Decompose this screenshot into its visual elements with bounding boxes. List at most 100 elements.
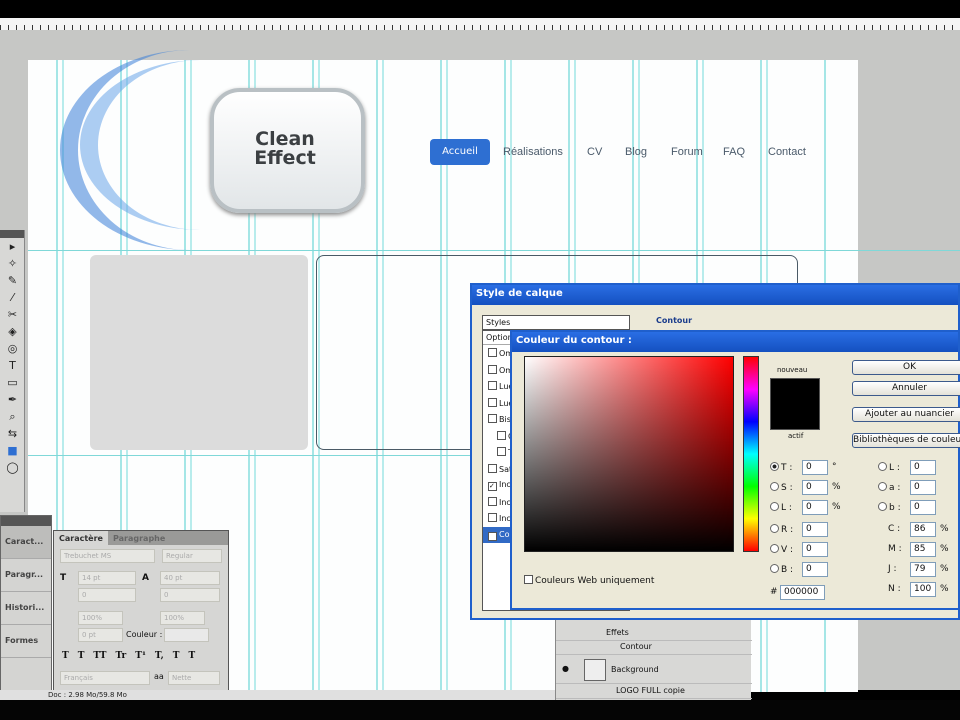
hsb-field[interactable]: 0 — [802, 460, 828, 475]
character-panel: Caractère Paragraphe Trebuchet MS Regular… — [53, 530, 229, 692]
layer-group[interactable]: LOGO FULL copie — [556, 686, 752, 699]
font-size-field[interactable]: 14 pt — [78, 571, 136, 585]
add-to-swatches-button[interactable]: Ajouter au nuancier — [852, 407, 960, 422]
eyedropper-icon[interactable]: ✎ — [0, 272, 25, 289]
hsb-field[interactable]: 0 — [802, 480, 828, 495]
nav-cv[interactable]: CV — [587, 146, 602, 158]
cmyk-label: N : — [888, 584, 901, 594]
zoom-icon[interactable]: ⌕ — [0, 408, 25, 425]
dodge-icon[interactable]: ◎ — [0, 340, 25, 357]
swap-colors-icon[interactable]: ⇆ — [0, 425, 25, 442]
hsb-label: T : — [770, 462, 792, 473]
hsb-label: S : — [770, 482, 793, 493]
tab-paragraph[interactable]: Paragraphe — [108, 531, 170, 546]
unit-label: % — [940, 564, 949, 574]
kerning-field[interactable]: 0 — [78, 588, 136, 602]
quick-mask-icon[interactable]: ◯ — [0, 459, 25, 476]
status-bar: Doc : 2.98 Mo/59.8 Mo — [0, 690, 560, 700]
hex-field[interactable]: 000000 — [780, 585, 825, 600]
tab-character[interactable]: Caractère — [54, 531, 108, 546]
layer-effects[interactable]: Effets — [556, 628, 752, 641]
lab-field[interactable]: 0 — [910, 480, 936, 495]
nav-blog[interactable]: Blog — [625, 146, 647, 158]
font-style-select[interactable]: Regular — [162, 549, 222, 563]
type-icon[interactable]: T — [0, 357, 25, 374]
color-field[interactable] — [524, 356, 734, 552]
unit-label: % — [832, 482, 841, 492]
cmyk-field[interactable]: 79 — [910, 562, 936, 577]
layer-effect-stroke[interactable]: Contour — [556, 642, 752, 655]
current-label: actif — [788, 432, 804, 440]
magic-wand-icon[interactable]: ✧ — [0, 255, 25, 272]
color-picker-dialog: Couleur du contour : nouveau actif OK An… — [510, 330, 960, 610]
color-swatch[interactable]: ■ — [0, 442, 25, 459]
text-style-button[interactable]: T — [78, 651, 85, 661]
cmyk-field[interactable]: 86 — [910, 522, 936, 537]
cmyk-field[interactable]: 85 — [910, 542, 936, 557]
text-style-button[interactable]: T — [62, 651, 69, 661]
text-color-swatch[interactable] — [164, 628, 209, 642]
hsb-field[interactable]: 0 — [802, 500, 828, 515]
dock-shapes[interactable]: Formes — [1, 625, 51, 658]
new-color-swatch — [770, 378, 820, 430]
lab-label: L : — [878, 462, 900, 473]
baseline-field[interactable]: 0 pt — [78, 628, 123, 642]
color-libraries-button[interactable]: Bibliothèques de couleurs — [852, 433, 960, 448]
clone-stamp-icon[interactable]: ✂ — [0, 306, 25, 323]
hsb-label: L : — [770, 502, 792, 513]
text-style-button[interactable]: TT — [93, 651, 106, 661]
rgb-field[interactable]: 0 — [802, 562, 828, 577]
styles-item[interactable]: Styles — [483, 316, 629, 331]
horizontal-scale-field[interactable]: 100% — [160, 611, 205, 625]
lab-field[interactable]: 0 — [910, 500, 936, 515]
move-icon[interactable]: ▸ — [0, 238, 25, 255]
cmyk-label: M : — [888, 544, 902, 554]
nav-realisations[interactable]: Réalisations — [503, 146, 563, 158]
new-label: nouveau — [777, 366, 808, 374]
pen-icon[interactable]: ✒ — [0, 391, 25, 408]
eye-icon[interactable]: ● — [562, 664, 569, 673]
paint-bucket-icon[interactable]: ◈ — [0, 323, 25, 340]
text-style-button[interactable]: T, — [155, 651, 164, 661]
language-select[interactable]: Français — [60, 671, 150, 685]
rgb-label: R : — [770, 524, 793, 535]
horizontal-guide — [28, 250, 960, 251]
vertical-scale-field[interactable]: 100% — [78, 611, 123, 625]
doc-size: Doc : 2.98 Mo/59.8 Mo — [48, 691, 127, 699]
tracking-field[interactable]: 0 — [160, 588, 220, 602]
layer-name: Background — [611, 665, 659, 674]
rgb-field[interactable]: 0 — [802, 522, 828, 537]
leading-field[interactable]: 40 pt — [160, 571, 220, 585]
antialias-select[interactable]: Nette — [168, 671, 220, 685]
text-style-button[interactable]: Tr — [115, 651, 126, 661]
rgb-field[interactable]: 0 — [802, 542, 828, 557]
text-style-button[interactable]: T¹ — [135, 651, 146, 661]
text-style-button[interactable]: T — [188, 651, 195, 661]
dock-history[interactable]: Histori... — [1, 592, 51, 625]
nav-accueil[interactable]: Accueil — [430, 139, 490, 165]
hue-slider[interactable] — [743, 356, 759, 552]
layer-background[interactable]: ● Background — [556, 656, 752, 684]
shape-icon[interactable]: ▭ — [0, 374, 25, 391]
nav-forum[interactable]: Forum — [671, 146, 703, 158]
lab-field[interactable]: 0 — [910, 460, 936, 475]
toolbox: ▸ ✧ ✎ ⁄ ✂ ◈ ◎ T ▭ ✒ ⌕ ⇆ ■ ◯ — [0, 230, 25, 512]
dock-character[interactable]: Caract... — [1, 526, 51, 559]
cmyk-field[interactable]: 100 — [910, 582, 936, 597]
text-style-button[interactable]: T — [173, 651, 180, 661]
web-colors-checkbox[interactable]: Couleurs Web uniquement — [524, 575, 654, 586]
brush-icon[interactable]: ⁄ — [0, 289, 25, 306]
dock-paragraph[interactable]: Paragr... — [1, 559, 51, 592]
color-label: Couleur : — [126, 630, 163, 639]
hex-label: # — [770, 587, 778, 597]
antialias-label: aa — [154, 672, 164, 681]
unit-label: % — [940, 524, 949, 534]
ok-button[interactable]: OK — [852, 360, 960, 375]
nav-contact[interactable]: Contact — [768, 146, 806, 158]
panel-dock: Caract... Paragr... Histori... Formes — [0, 515, 52, 692]
font-family-select[interactable]: Trebuchet MS — [60, 549, 155, 563]
cancel-button[interactable]: Annuler — [852, 381, 960, 396]
horizontal-ruler — [0, 18, 960, 30]
nav-faq[interactable]: FAQ — [723, 146, 745, 158]
font-size-icon: T — [60, 573, 67, 583]
